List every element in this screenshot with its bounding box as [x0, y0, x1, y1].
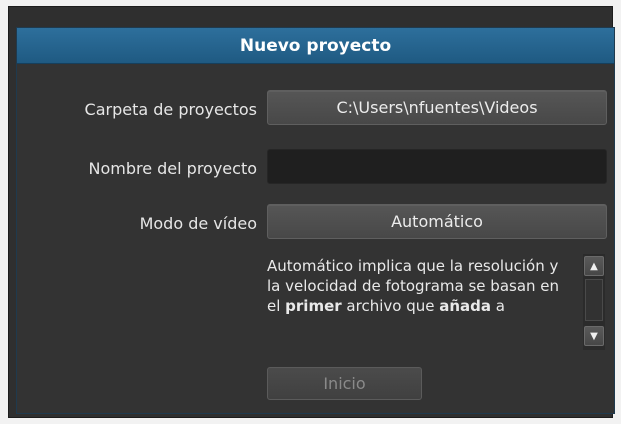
- scroll-down-icon: ▼: [590, 330, 598, 342]
- new-project-dialog: Nuevo proyecto Carpeta de proyectos C:\U…: [16, 27, 615, 414]
- description-text: archivo que: [341, 297, 440, 315]
- start-button-label: Inicio: [323, 374, 366, 393]
- scroll-up-button[interactable]: ▲: [584, 256, 604, 276]
- video-mode-description: Automático implica que la resolución y l…: [267, 256, 567, 348]
- start-button[interactable]: Inicio: [267, 367, 422, 400]
- project-folder-label: Carpeta de proyectos: [84, 100, 257, 119]
- dialog-title-bar: Nuevo proyecto: [17, 28, 614, 64]
- dialog-title: Nuevo proyecto: [239, 35, 392, 56]
- project-folder-button[interactable]: C:\Users\nfuentes\Videos: [267, 90, 607, 125]
- description-text: a: [491, 297, 505, 315]
- description-bold-add: añada: [439, 297, 492, 315]
- project-name-label: Nombre del proyecto: [88, 159, 257, 178]
- app-window: Nuevo proyecto Carpeta de proyectos C:\U…: [8, 6, 615, 418]
- project-folder-value: C:\Users\nfuentes\Videos: [336, 98, 538, 117]
- description-bold-first: primer: [285, 297, 342, 315]
- project-name-input[interactable]: [267, 149, 607, 184]
- video-mode-label: Modo de vídeo: [139, 214, 257, 233]
- scroll-thumb[interactable]: [585, 279, 603, 321]
- scroll-down-button[interactable]: ▼: [584, 326, 604, 346]
- scroll-up-icon: ▲: [590, 260, 598, 272]
- description-scrollbar[interactable]: ▲ ▼: [583, 254, 605, 350]
- video-mode-dropdown[interactable]: Automático: [267, 204, 607, 239]
- video-mode-value: Automático: [391, 212, 483, 231]
